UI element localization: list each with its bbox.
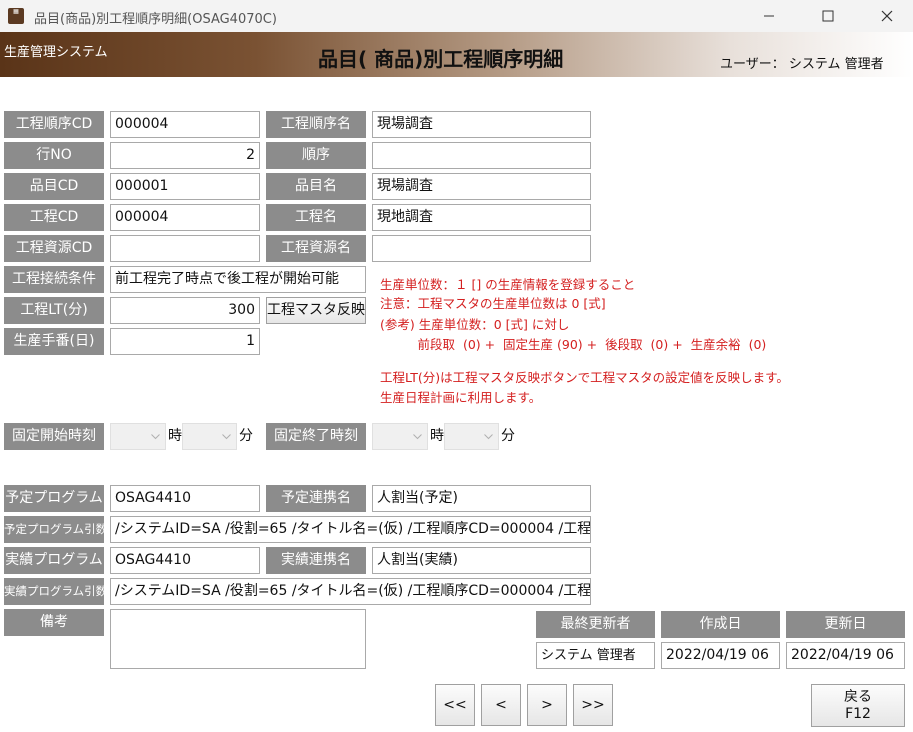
item-name-field[interactable]: 現場調査 bbox=[372, 173, 591, 200]
connection-condition-label: 工程接続条件 bbox=[4, 266, 104, 293]
production-days-field[interactable]: 1 bbox=[110, 328, 260, 355]
process-name-label: 工程名 bbox=[266, 204, 366, 231]
production-days-label: 生産手番(日) bbox=[4, 328, 104, 355]
system-name: 生産管理システム bbox=[4, 45, 108, 60]
next-record-button[interactable]: > bbox=[527, 684, 567, 726]
connection-condition-field[interactable]: 前工程完了時点で後工程が開始可能 bbox=[110, 266, 366, 293]
actual-program-field[interactable]: OSAG4410 bbox=[110, 547, 260, 574]
process-order-name-label: 工程順序名 bbox=[266, 111, 366, 138]
user-name: システム 管理者 bbox=[788, 57, 884, 72]
process-cd-label: 工程CD bbox=[4, 204, 104, 231]
fixed-end-minute-unit: 分 bbox=[501, 428, 515, 444]
resource-cd-label: 工程資源CD bbox=[4, 235, 104, 262]
prev-record-button[interactable]: < bbox=[481, 684, 521, 726]
user-label: ユーザー： bbox=[720, 57, 785, 72]
user-info: ユーザー： システム 管理者 bbox=[720, 53, 884, 72]
created-date-value: 2022/04/19 06 bbox=[661, 642, 780, 669]
page-title: 品目( 商品)別工程順序明細 bbox=[318, 47, 564, 71]
app-header: 生産管理システム 品目( 商品)別工程順序明細 ユーザー： システム 管理者 bbox=[0, 32, 913, 77]
fixed-start-minute-select[interactable] bbox=[182, 423, 237, 450]
order-label: 順序 bbox=[266, 142, 366, 169]
note-reference: (参考) 生産単位数：0 [式] に対し bbox=[380, 317, 570, 332]
item-name-label: 品目名 bbox=[266, 173, 366, 200]
fixed-start-label: 固定開始時刻 bbox=[4, 423, 104, 450]
back-button-shortcut: F12 bbox=[845, 706, 871, 722]
note-breakdown: 前段取 (0) + 固定生産 (90) + 後段取 (0) + 生産余裕 (0) bbox=[380, 337, 767, 352]
fixed-end-hour-unit: 時 bbox=[430, 428, 444, 444]
fixed-start-hour-select[interactable] bbox=[110, 423, 166, 450]
actual-program-label: 実績プログラム bbox=[4, 547, 104, 574]
resource-name-label: 工程資源名 bbox=[266, 235, 366, 262]
chevron-down-icon bbox=[484, 434, 493, 440]
resource-cd-field[interactable] bbox=[110, 235, 260, 262]
process-lt-label: 工程LT(分) bbox=[4, 297, 104, 324]
actual-link-name-field[interactable]: 人割当(実績) bbox=[372, 547, 591, 574]
note-lt-reflect: 工程LT(分)は工程マスタ反映ボタンで工程マスタの設定値を反映します。 bbox=[380, 370, 789, 385]
created-date-label: 作成日 bbox=[661, 611, 780, 638]
process-order-cd-label: 工程順序CD bbox=[4, 111, 104, 138]
process-cd-field[interactable]: 000004 bbox=[110, 204, 260, 231]
maximize-icon bbox=[822, 10, 834, 22]
row-no-field[interactable]: 2 bbox=[110, 142, 260, 169]
plan-link-name-field[interactable]: 人割当(予定) bbox=[372, 485, 591, 512]
last-record-button[interactable]: >> bbox=[573, 684, 613, 726]
updated-date-value: 2022/04/19 06 bbox=[786, 642, 905, 669]
first-record-button[interactable]: << bbox=[435, 684, 475, 726]
fixed-end-hour-select[interactable] bbox=[372, 423, 428, 450]
fixed-start-minute-unit: 分 bbox=[239, 428, 253, 444]
last-updater-value: システム 管理者 bbox=[536, 642, 655, 669]
chevron-down-icon bbox=[413, 434, 422, 440]
close-icon bbox=[881, 10, 893, 22]
back-button-label: 戻る bbox=[844, 689, 872, 705]
note-production-unit: 生産単位数：１ [] の生産情報を登録すること bbox=[380, 277, 636, 292]
plan-program-label: 予定プログラム bbox=[4, 485, 104, 512]
remarks-label: 備考 bbox=[4, 609, 104, 636]
actual-program-args-label: 実績プログラム引数 bbox=[4, 578, 104, 605]
reflect-process-master-button[interactable]: 工程マスタ反映 bbox=[266, 297, 366, 324]
order-field[interactable] bbox=[372, 142, 591, 169]
process-order-cd-field[interactable]: 000004 bbox=[110, 111, 260, 138]
fixed-end-label: 固定終了時刻 bbox=[266, 423, 366, 450]
back-button[interactable]: 戻る F12 bbox=[811, 684, 905, 727]
app-window-icon: ▦ bbox=[8, 8, 24, 24]
resource-name-field[interactable] bbox=[372, 235, 591, 262]
actual-link-name-label: 実績連携名 bbox=[266, 547, 366, 574]
item-cd-label: 品目CD bbox=[4, 173, 104, 200]
window-titlebar: ▦ 品目(商品)別工程順序明細(OSAG4070C) bbox=[0, 0, 913, 32]
maximize-button[interactable] bbox=[805, 0, 851, 32]
item-cd-field[interactable]: 000001 bbox=[110, 173, 260, 200]
chevron-down-icon bbox=[151, 434, 160, 440]
plan-program-args-label: 予定プログラム引数 bbox=[4, 516, 104, 543]
fixed-end-minute-select[interactable] bbox=[444, 423, 499, 450]
window-title: 品目(商品)別工程順序明細(OSAG4070C) bbox=[34, 12, 277, 27]
chevron-down-icon bbox=[222, 434, 231, 440]
row-no-label: 行NO bbox=[4, 142, 104, 169]
remarks-textarea[interactable] bbox=[110, 609, 366, 669]
minimize-icon bbox=[764, 15, 774, 17]
process-lt-field[interactable]: 300 bbox=[110, 297, 260, 324]
minimize-button[interactable] bbox=[746, 0, 792, 32]
actual-program-args-field[interactable]: /システムID=SA /役割=65 /タイトル名=(仮) /工程順序CD=000… bbox=[110, 578, 591, 605]
plan-program-args-field[interactable]: /システムID=SA /役割=65 /タイトル名=(仮) /工程順序CD=000… bbox=[110, 516, 591, 543]
close-button[interactable] bbox=[864, 0, 910, 32]
updated-date-label: 更新日 bbox=[786, 611, 905, 638]
process-order-name-field[interactable]: 現場調査 bbox=[372, 111, 591, 138]
fixed-start-hour-unit: 時 bbox=[168, 428, 182, 444]
note-master-unit: 注意：工程マスタの生産単位数は 0 [式] bbox=[380, 296, 606, 311]
note-schedule-use: 生産日程計画に利用します。 bbox=[380, 390, 542, 405]
plan-link-name-label: 予定連携名 bbox=[266, 485, 366, 512]
last-updater-label: 最終更新者 bbox=[536, 611, 655, 638]
process-name-field[interactable]: 現地調査 bbox=[372, 204, 591, 231]
plan-program-field[interactable]: OSAG4410 bbox=[110, 485, 260, 512]
